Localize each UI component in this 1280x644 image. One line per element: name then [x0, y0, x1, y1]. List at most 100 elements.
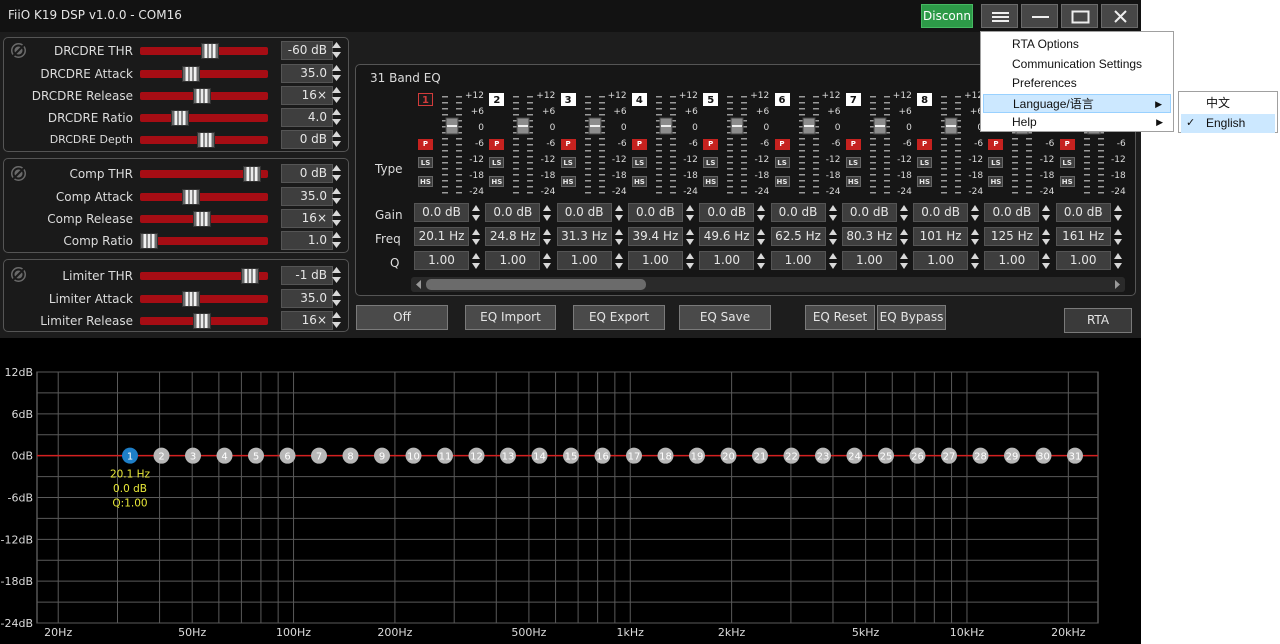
rta-button[interactable]: RTA [1064, 308, 1132, 333]
spin-arrows-icon[interactable] [756, 251, 766, 271]
band-q-field[interactable]: 1.00 [485, 251, 541, 270]
band-gain-field[interactable]: 0.0 dB [485, 203, 541, 222]
spin-arrows-icon[interactable] [614, 227, 624, 247]
band-q-field[interactable]: 1.00 [841, 251, 897, 270]
band-fader[interactable] [512, 93, 534, 198]
high-shelf-type-button[interactable]: HS [418, 176, 433, 187]
drc-slider[interactable] [140, 43, 268, 59]
low-shelf-type-button[interactable]: LS [703, 157, 719, 168]
spin-arrows-icon[interactable] [828, 227, 838, 247]
drc-slider[interactable] [140, 110, 268, 126]
high-shelf-type-button[interactable]: HS [631, 176, 647, 187]
low-shelf-type-button[interactable]: LS [560, 157, 576, 168]
scroll-thumb[interactable] [426, 279, 646, 290]
menu-item[interactable]: RTA Options [983, 35, 1171, 54]
spin-arrows-icon[interactable] [1113, 251, 1123, 271]
band-fader[interactable] [726, 93, 748, 198]
band-freq-field[interactable]: 49.6 Hz [699, 227, 755, 246]
disconnect-button[interactable]: Disconn [921, 4, 973, 28]
spin-arrows-icon[interactable] [471, 203, 481, 223]
band-fader[interactable] [655, 93, 677, 198]
peak-type-button[interactable]: P [489, 139, 505, 150]
comp-slider[interactable] [140, 166, 268, 182]
scroll-left-icon[interactable] [413, 277, 425, 292]
high-shelf-type-button[interactable]: HS [988, 176, 1004, 187]
menu-item[interactable]: Preferences [983, 74, 1171, 93]
slider-knob[interactable] [201, 43, 219, 59]
high-shelf-type-button[interactable]: HS [489, 176, 505, 187]
high-shelf-type-button[interactable]: HS [703, 176, 719, 187]
comp-slider[interactable] [140, 189, 268, 205]
drc-value-field[interactable]: 4.0 [281, 108, 333, 127]
spin-arrows-icon[interactable] [542, 227, 552, 247]
band-freq-field[interactable]: 161 Hz [1055, 227, 1111, 246]
eq-response-graph[interactable]: 12dB 6dB 0dB -6dB -12dB -18dB -24dB 20Hz 50Hz 100… [0, 338, 1141, 644]
slider-knob[interactable] [193, 211, 211, 227]
slider-knob[interactable] [193, 313, 211, 329]
spin-arrows-icon[interactable] [1113, 227, 1123, 247]
spin-arrows-icon[interactable] [828, 251, 838, 271]
spin-arrows-icon[interactable] [331, 265, 342, 285]
high-shelf-type-button[interactable]: HS [1059, 176, 1075, 187]
band-gain-field[interactable]: 0.0 dB [770, 203, 826, 222]
spin-arrows-icon[interactable] [331, 163, 342, 183]
spin-arrows-icon[interactable] [685, 203, 695, 223]
scroll-right-icon[interactable] [1111, 277, 1123, 292]
eq-reset-button[interactable]: EQ Reset [805, 305, 875, 330]
spin-arrows-icon[interactable] [331, 208, 342, 228]
band-q-field[interactable]: 1.00 [414, 251, 469, 270]
spin-arrows-icon[interactable] [1113, 203, 1123, 223]
slider-knob[interactable] [182, 189, 200, 205]
band-gain-field[interactable]: 0.0 dB [414, 203, 469, 222]
submenu-item[interactable]: ✓ English [1181, 113, 1275, 133]
spin-arrows-icon[interactable] [756, 227, 766, 247]
band-number[interactable]: 3 [560, 93, 576, 106]
spin-arrows-icon[interactable] [899, 203, 909, 223]
band-fader[interactable] [869, 93, 891, 198]
band-gain-field[interactable]: 0.0 dB [1055, 203, 1111, 222]
high-shelf-type-button[interactable]: HS [560, 176, 576, 187]
spin-arrows-icon[interactable] [331, 186, 342, 206]
comp-value-field[interactable]: 0 dB [281, 164, 333, 183]
slider-knob[interactable] [241, 268, 259, 284]
slider-knob[interactable] [197, 132, 215, 148]
eq-graph-canvas[interactable]: 12dB6dB0dB-6dB-12dB-18dB-24dB20Hz 50Hz 100… [0, 338, 1141, 644]
band-q-field[interactable]: 1.00 [913, 251, 969, 270]
eq-import-button[interactable]: EQ Import [465, 305, 556, 330]
menu-item[interactable]: Help ▶ [983, 113, 1171, 132]
band-freq-field[interactable]: 20.1 Hz [414, 227, 469, 246]
submenu-item[interactable]: 中文 [1181, 94, 1275, 113]
band-q-field[interactable]: 1.00 [556, 251, 612, 270]
spin-arrows-icon[interactable] [471, 251, 481, 271]
eq-bypass-button[interactable]: EQ Bypass [877, 305, 946, 330]
minimize-button[interactable] [1021, 4, 1058, 28]
spin-arrows-icon[interactable] [970, 227, 980, 247]
band-gain-field[interactable]: 0.0 dB [913, 203, 969, 222]
slider-knob[interactable] [193, 88, 211, 104]
band-gain-field[interactable]: 0.0 dB [841, 203, 897, 222]
peak-type-button[interactable]: P [845, 139, 861, 150]
spin-arrows-icon[interactable] [331, 40, 342, 60]
peak-type-button[interactable]: P [988, 139, 1004, 150]
band-q-field[interactable]: 1.00 [984, 251, 1040, 270]
band-number[interactable]: 8 [917, 93, 933, 106]
band-gain-field[interactable]: 0.0 dB [556, 203, 612, 222]
band-fader[interactable] [798, 93, 820, 198]
drc-slider[interactable] [140, 88, 268, 104]
band-gain-field[interactable]: 0.0 dB [699, 203, 755, 222]
band-freq-field[interactable]: 125 Hz [984, 227, 1040, 246]
spin-arrows-icon[interactable] [685, 251, 695, 271]
slider-knob[interactable] [140, 233, 158, 249]
limiter-slider[interactable] [140, 268, 268, 284]
comp-value-field[interactable]: 1.0 [281, 231, 333, 250]
high-shelf-type-button[interactable]: HS [845, 176, 861, 187]
spin-arrows-icon[interactable] [970, 203, 980, 223]
band-q-field[interactable]: 1.00 [699, 251, 755, 270]
band-fader[interactable] [940, 93, 962, 198]
band-gain-field[interactable]: 0.0 dB [984, 203, 1040, 222]
limiter-value-field[interactable]: 16× [281, 311, 333, 330]
peak-type-button[interactable]: P [418, 139, 433, 150]
band-fader[interactable] [584, 93, 606, 198]
slider-knob[interactable] [243, 166, 261, 182]
spin-arrows-icon[interactable] [756, 203, 766, 223]
